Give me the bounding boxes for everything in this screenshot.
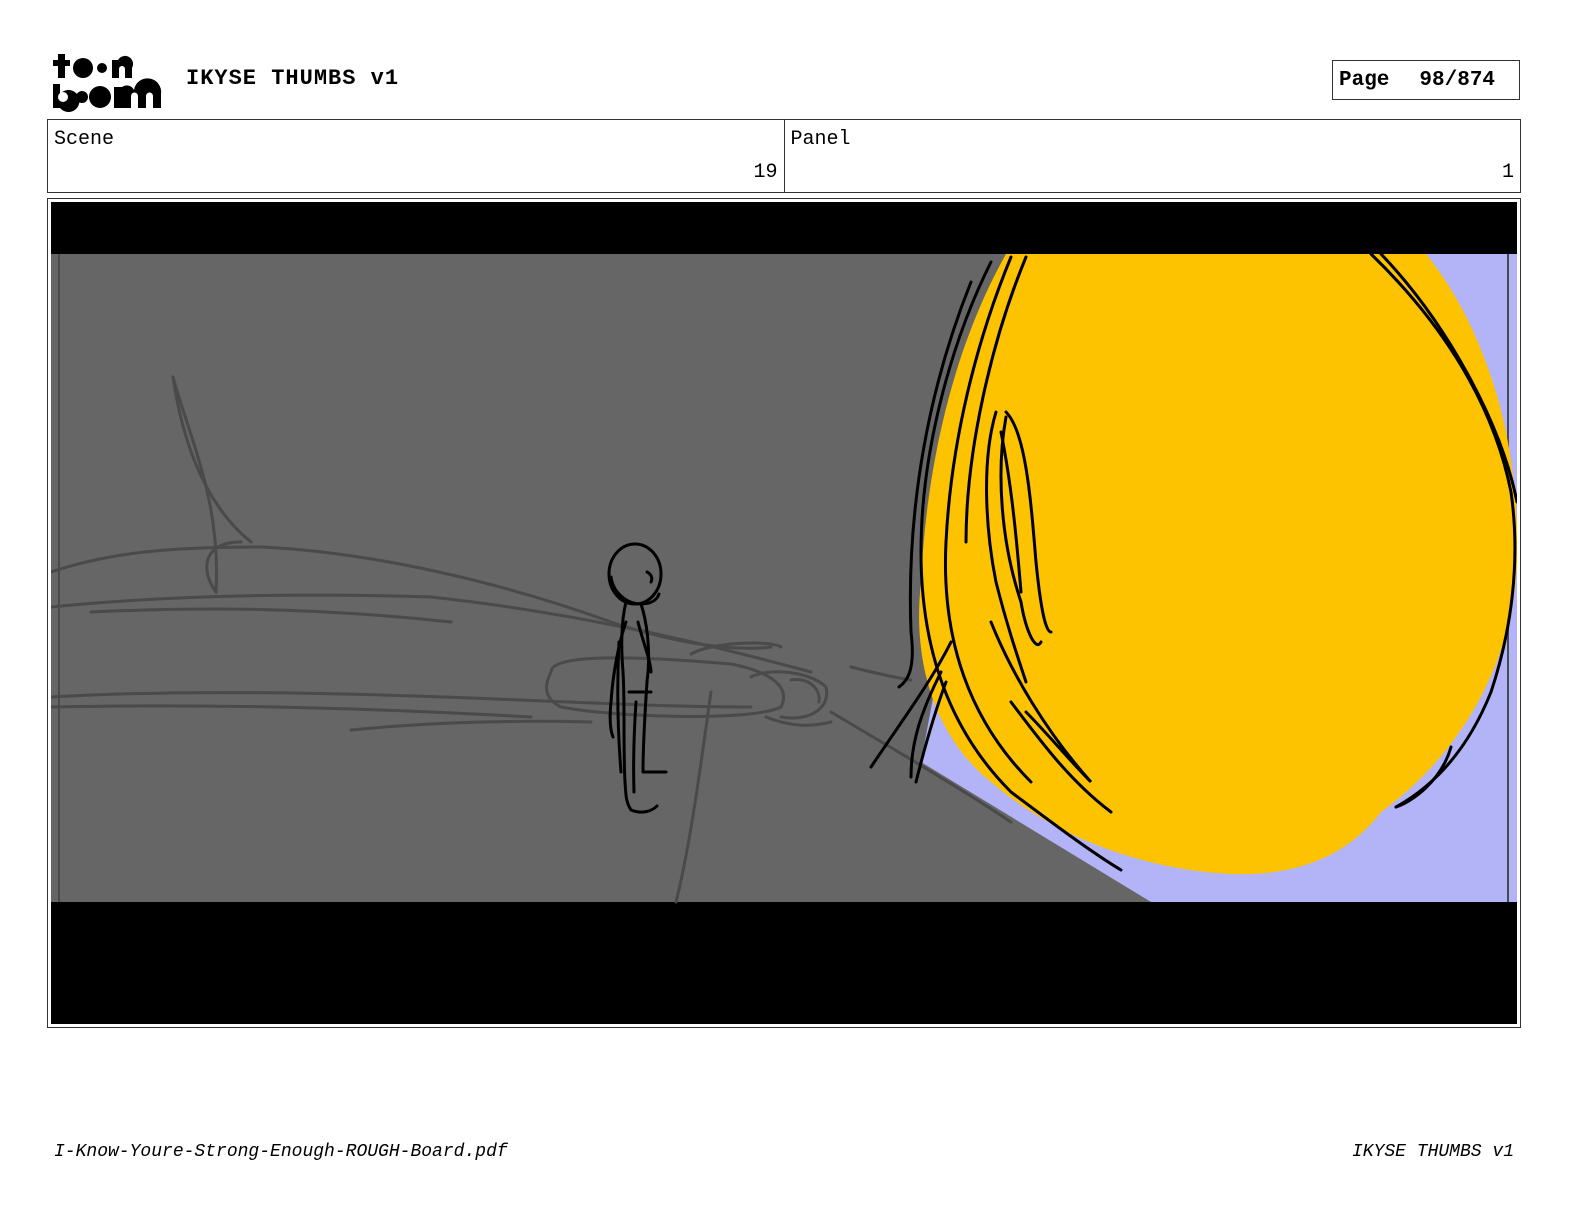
page-number: 98/874	[1419, 68, 1496, 92]
letterbox-top	[51, 202, 1517, 254]
storyboard-panel-frame	[47, 198, 1521, 1028]
panel-cell: Panel 1	[783, 120, 1521, 192]
letterbox-bottom	[51, 902, 1517, 1024]
scene-cell: Scene 19	[48, 120, 784, 192]
document-title: IKYSE THUMBS v1	[186, 66, 400, 91]
scene-label: Scene	[54, 128, 115, 151]
scene-number: 19	[753, 161, 778, 184]
footer-filename: I-Know-Youre-Strong-Enough-ROUGH-Board.p…	[54, 1142, 508, 1162]
panel-number: 1	[1501, 161, 1514, 184]
panel-label: Panel	[790, 128, 851, 151]
toonboom-logo	[53, 54, 162, 112]
page-indicator: Page 98/874	[1332, 60, 1520, 100]
storyboard-drawing	[51, 202, 1517, 1024]
footer-title: IKYSE THUMBS v1	[1351, 1142, 1514, 1162]
page-label: Page	[1339, 68, 1390, 92]
scene-panel-row: Scene 19 Panel 1	[47, 119, 1521, 193]
